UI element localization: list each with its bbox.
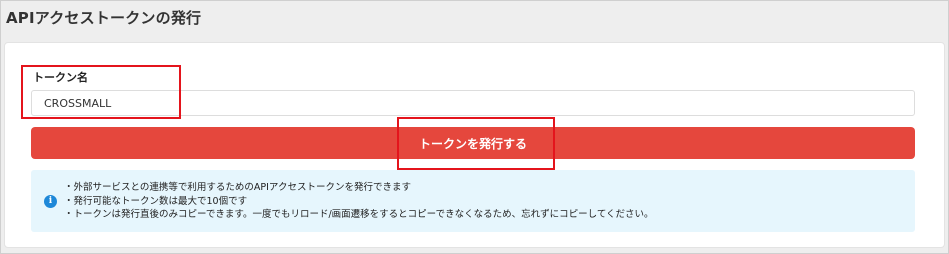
info-list: ・外部サービスとの連携等で利用するためのAPIアクセストークンを発行できます ・… [64, 181, 654, 222]
highlight-box-token-name [21, 65, 181, 119]
page-title: APIアクセストークンの発行 [6, 9, 202, 27]
highlight-box-issue-button [397, 117, 555, 170]
info-icon: i [44, 195, 57, 208]
info-note: ・発行可能なトークン数は最大で10個です [64, 195, 248, 207]
info-note: ・トークンは発行直後のみコピーできます。一度でもリロード/画面遷移をするとコピー… [64, 209, 654, 220]
info-note: ・外部サービスとの連携等で利用するためのAPIアクセストークンを発行できます [64, 182, 411, 193]
info-box: i ・外部サービスとの連携等で利用するためのAPIアクセストークンを発行できます… [31, 170, 915, 232]
